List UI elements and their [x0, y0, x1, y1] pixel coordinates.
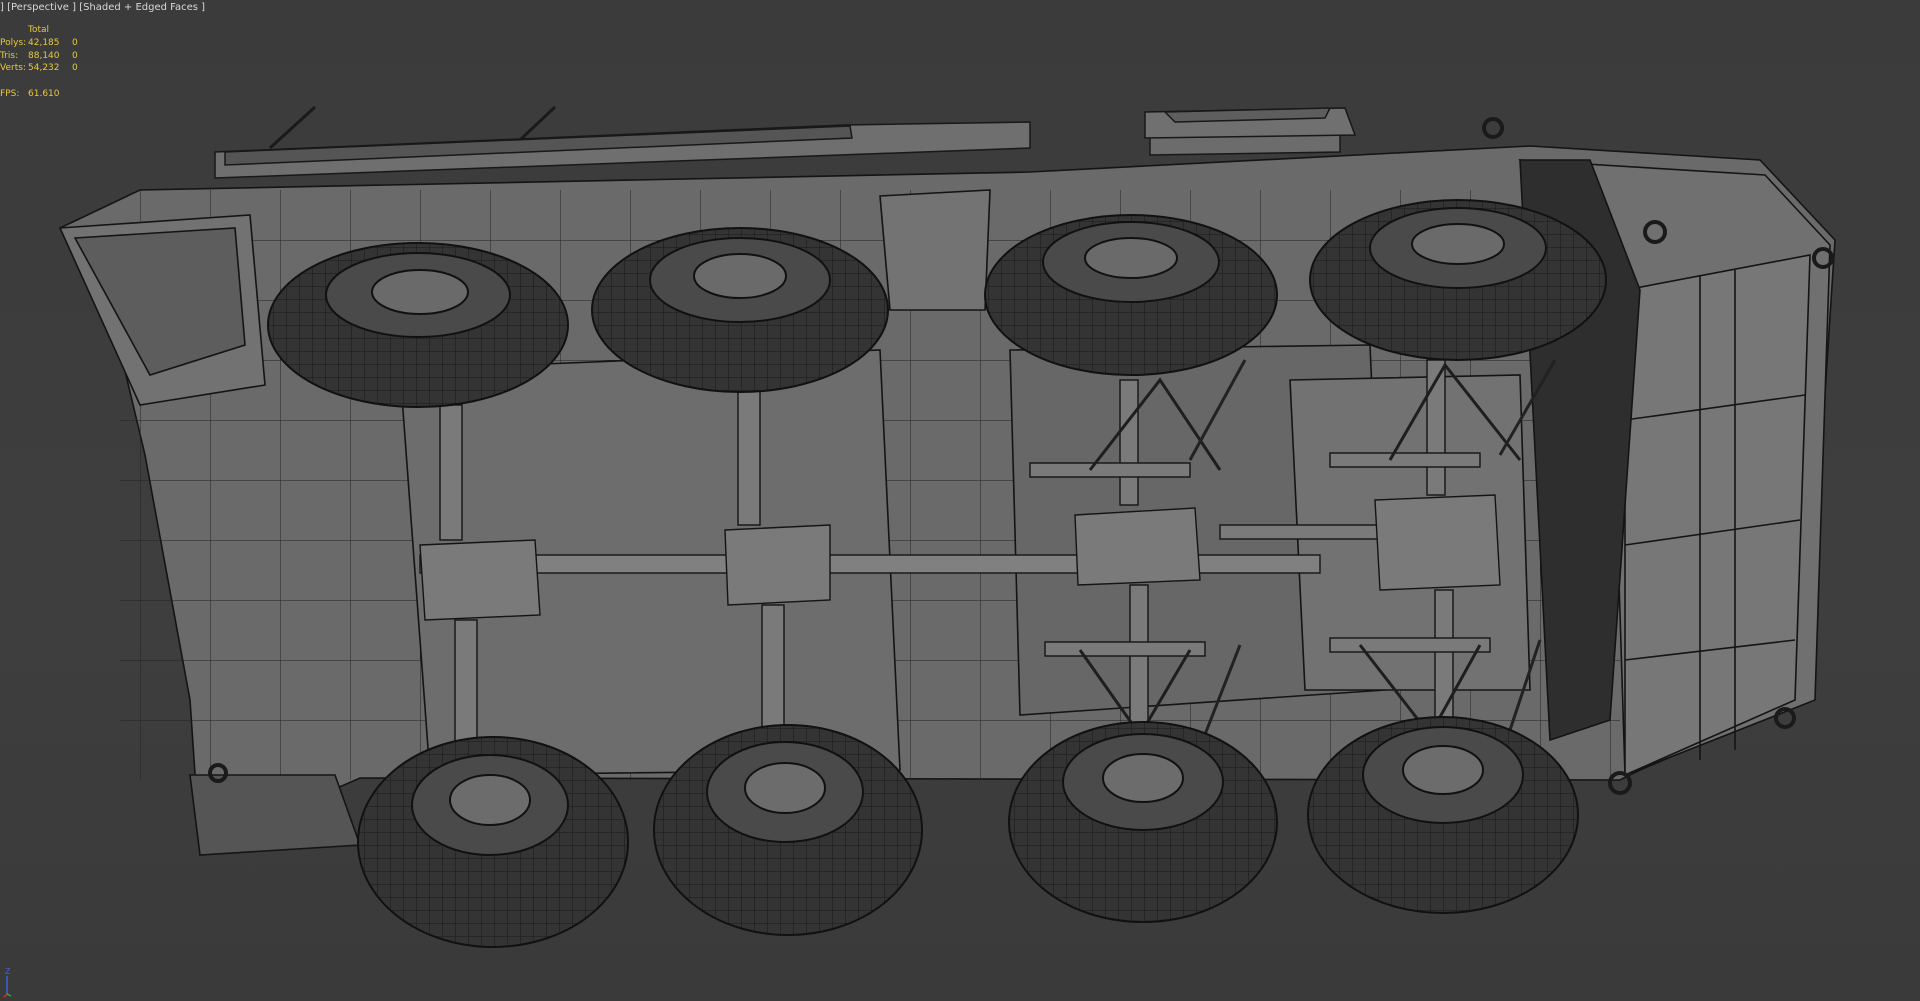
stats-label: Tris:	[0, 50, 19, 61]
axis-gizmo-icon: Z	[3, 967, 12, 998]
stats-total: 88,140	[28, 50, 60, 61]
fps-label: FPS:	[0, 89, 20, 100]
vehicle-underside-render	[58, 105, 1836, 948]
axis-label: Z	[5, 967, 11, 976]
statistics-overlay: Total Polys: 42,185 0 Tris: 88,140 0 Ver…	[0, 24, 92, 101]
y-axis-icon	[6, 993, 12, 997]
3d-viewport[interactable]: ] [Perspective ] [Shaded + Edged Faces ]…	[0, 0, 1920, 1001]
viewport-label: ] [Perspective ] [Shaded + Edged Faces ]	[0, 2, 205, 13]
stats-row-tris: Tris: 88,140 0	[0, 50, 92, 63]
stats-total: 54,232	[28, 63, 60, 74]
x-axis-icon	[3, 993, 8, 998]
stats-total: 42,185	[28, 37, 60, 48]
stats-selected: 0	[72, 50, 78, 61]
stats-row-fps: FPS: 61.610	[0, 88, 92, 101]
stats-label: Polys:	[0, 37, 27, 48]
stats-row-verts: Verts: 54,232 0	[0, 62, 92, 75]
viewport-shading-menu[interactable]: [Shaded + Edged Faces ]	[79, 2, 205, 13]
fps-value: 61.610	[28, 89, 60, 100]
stats-row-polys: Polys: 42,185 0	[0, 37, 92, 50]
stats-selected: 0	[72, 37, 78, 48]
stats-label: Verts:	[0, 63, 26, 74]
stats-header: Total	[28, 25, 50, 35]
stats-selected: 0	[72, 63, 78, 74]
viewport-menu-prefix[interactable]: ]	[0, 2, 4, 13]
viewport-view-menu[interactable]: [Perspective ]	[7, 2, 76, 13]
